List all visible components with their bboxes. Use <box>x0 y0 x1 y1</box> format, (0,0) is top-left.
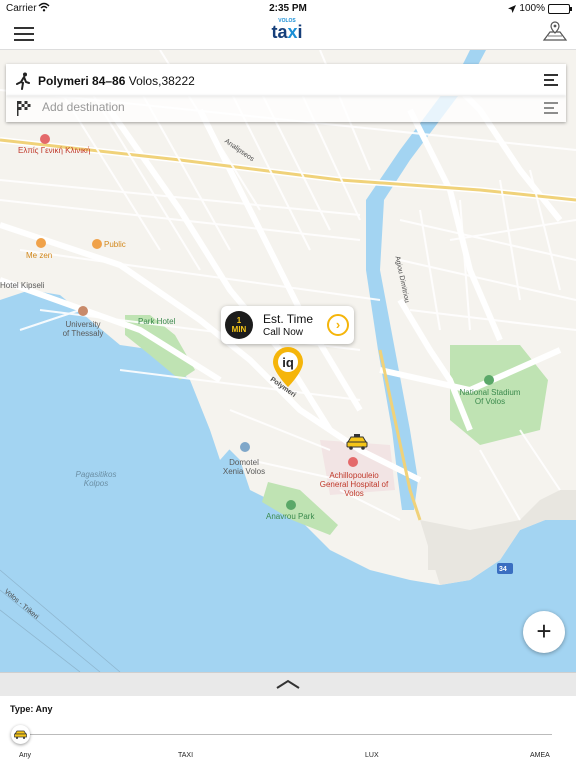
chevron-right-icon[interactable]: › <box>327 314 349 336</box>
map-label-elpis: Ελπίς Γενική Κλινική <box>18 146 91 155</box>
map-pin-icon[interactable] <box>542 20 568 44</box>
type-label: Type: Any <box>10 704 53 714</box>
shop-icon <box>92 239 102 249</box>
add-button[interactable]: + <box>523 611 565 653</box>
map-label-hospital: Achillopouleio General Hospital of Volos <box>319 471 389 498</box>
nav-bar: VOLOS taxi <box>0 18 576 50</box>
walking-person-icon <box>16 72 30 90</box>
pickup-address-bar[interactable]: Polymeri 84–86 Volos,38222 <box>6 64 566 96</box>
vehicle-type-panel: Type: Any Any TAXI LUX AMEA <box>0 696 576 768</box>
destination-input[interactable]: Add destination <box>42 100 125 114</box>
type-slider-thumb[interactable] <box>11 725 30 744</box>
menu-icon[interactable] <box>14 27 34 41</box>
map-label-hotel-kipseli: Hotel Kipseli <box>0 281 45 290</box>
map-label-gulf: Pagasitikos Kolpos <box>75 470 117 488</box>
clock: 2:35 PM <box>269 3 307 14</box>
pickup-address-text: Polymeri 84–86 Volos,38222 <box>38 74 195 88</box>
tick-lux[interactable]: LUX <box>365 752 379 759</box>
hospital-icon-2 <box>348 457 358 467</box>
stadium-icon <box>484 375 494 385</box>
app-logo: VOLOS taxi <box>262 18 312 48</box>
pickup-pin-icon[interactable]: iq <box>272 346 304 388</box>
map-label-stadium: National Stadium Of Volos <box>459 388 521 406</box>
map-label-public: Public <box>104 240 126 249</box>
map-label-university: University of Thessaly <box>62 320 104 338</box>
logo-main-text: taxi <box>271 22 303 42</box>
battery-icon <box>548 3 572 14</box>
tick-taxi[interactable]: TAXI <box>178 752 193 759</box>
taxi-icon <box>14 730 27 739</box>
destination-bar[interactable]: Add destination <box>6 96 566 122</box>
map-label-anavrou: Anavrou Park <box>266 512 315 521</box>
eta-unit: MIN <box>231 325 247 334</box>
svg-text:iq: iq <box>282 355 294 370</box>
checkered-flag-icon <box>17 101 31 116</box>
hospital-icon <box>40 134 50 144</box>
restaurant-icon <box>36 238 46 248</box>
status-right: 100% <box>508 3 572 14</box>
eta-value: 1 <box>236 316 242 325</box>
destination-options-icon[interactable] <box>544 102 558 114</box>
status-bar: Carrier 2:35 PM 100% <box>0 0 576 18</box>
battery-percent: 100% <box>519 3 545 14</box>
panel-handle[interactable] <box>0 672 576 696</box>
hotel-icon <box>240 442 250 452</box>
eta-callout[interactable]: 1 MIN Est. Time Call Now › <box>221 306 354 344</box>
map-label-park-hotel: Park Hotel <box>138 317 176 326</box>
call-now-label: Call Now <box>263 327 304 338</box>
map-label-mezen: Me zen <box>26 251 53 260</box>
location-arrow-icon <box>508 4 517 13</box>
map-label-domotel: Domotel Xenia Volos <box>222 458 266 476</box>
pickup-options-icon[interactable] <box>544 74 558 86</box>
tick-amea[interactable]: AMEA <box>530 752 550 759</box>
tick-any[interactable]: Any <box>19 752 31 759</box>
chevron-up-icon[interactable] <box>276 679 300 689</box>
taxi-car-icon[interactable] <box>346 434 368 450</box>
road-badge: 34 <box>499 566 507 573</box>
eta-title: Est. Time <box>263 312 314 326</box>
type-slider-track[interactable] <box>20 734 552 735</box>
park-icon <box>286 500 296 510</box>
eta-badge: 1 MIN <box>225 311 253 339</box>
university-icon <box>78 306 88 316</box>
